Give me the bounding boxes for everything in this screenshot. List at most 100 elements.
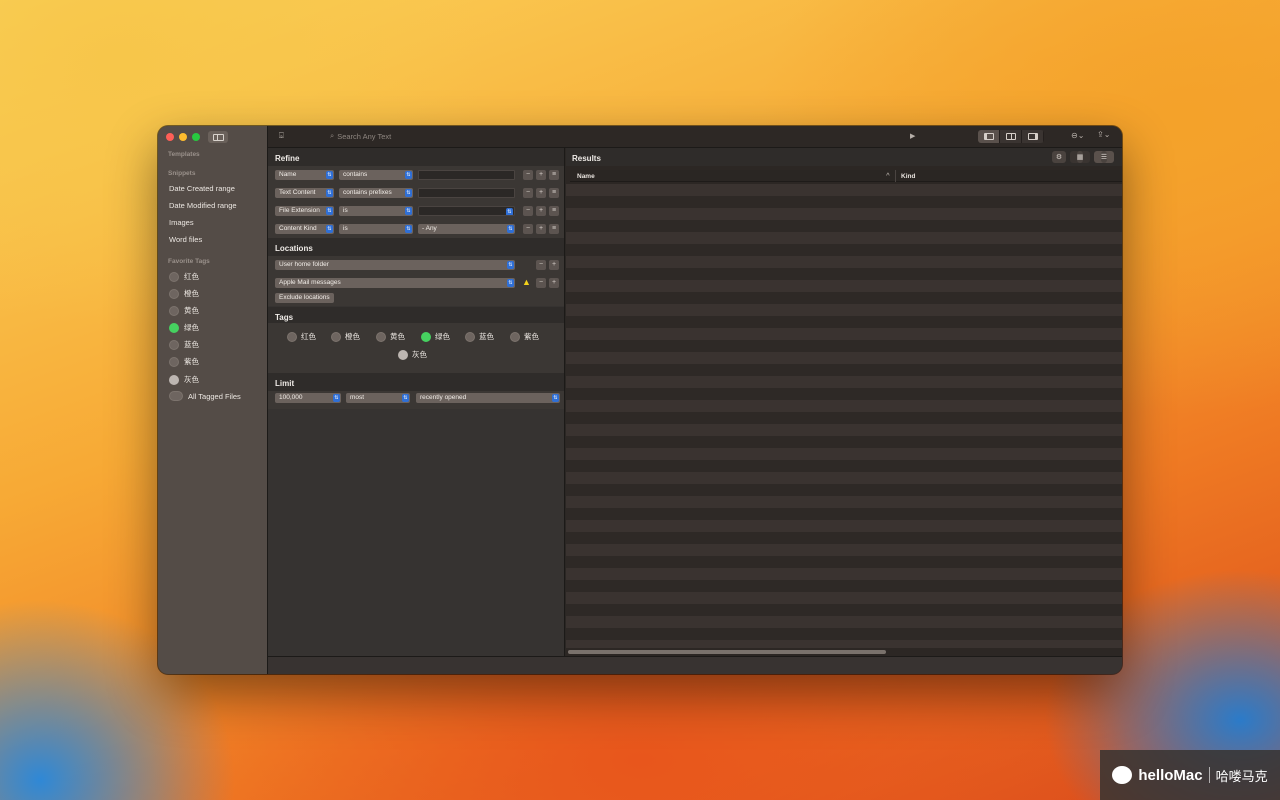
sidebar-all-tagged[interactable]: All Tagged Files: [169, 391, 241, 401]
operator-popup[interactable]: is: [339, 206, 413, 216]
minimize-window-button[interactable]: [179, 133, 187, 141]
snippet-images[interactable]: Images: [169, 218, 194, 227]
sidebar-tag-orange[interactable]: 橙色: [169, 288, 199, 299]
query-panel: Refine Name contains − + ≡ Text Content …: [268, 148, 565, 656]
operator-popup[interactable]: contains prefixes: [339, 188, 413, 198]
layout-segmented-control: [978, 130, 1044, 143]
tag-circle-icon: [331, 331, 341, 342]
location-popup[interactable]: Apple Mail messages: [275, 278, 515, 288]
horizontal-scrollbar[interactable]: [568, 650, 886, 654]
query-icon[interactable]: ⌺: [279, 131, 284, 141]
sidebar-tag-gray[interactable]: 灰色: [169, 374, 199, 385]
tag-circle-icon: [169, 339, 179, 350]
search-icon: ⌕: [330, 131, 335, 140]
sidebar-tag-green[interactable]: 绿色: [169, 322, 199, 333]
limit-criteria-popup[interactable]: recently opened: [416, 393, 560, 403]
extension-combo[interactable]: [418, 206, 515, 216]
row-options-button[interactable]: ≡: [549, 188, 559, 198]
watermark-cn: 哈喽马克: [1215, 768, 1268, 784]
tag-label: 橙色: [184, 289, 199, 298]
location-row: User home folder − +: [268, 256, 564, 274]
row-options-button[interactable]: ≡: [549, 206, 559, 216]
sidebar-tag-blue[interactable]: 蓝色: [169, 339, 199, 350]
row-options-button[interactable]: ≡: [549, 170, 559, 180]
sidebar-toggle-button[interactable]: [208, 131, 228, 143]
remove-row-button[interactable]: −: [523, 188, 533, 198]
search-field[interactable]: ⌕ Search Any Text: [330, 131, 391, 141]
zoom-window-button[interactable]: [192, 133, 200, 141]
watermark: helloMac 哈喽马克: [1100, 750, 1280, 800]
more-options-icon[interactable]: ⊖⌄: [1071, 131, 1084, 140]
row-options-button[interactable]: ≡: [549, 224, 559, 234]
query-tag-green[interactable]: 绿色: [421, 331, 450, 342]
exclude-locations-button[interactable]: Exclude locations: [275, 293, 334, 303]
attribute-popup[interactable]: Text Content: [275, 188, 334, 198]
sidebar-left-icon: [983, 133, 994, 140]
add-row-button[interactable]: +: [536, 188, 546, 198]
grid-icon: ▦: [1076, 151, 1084, 163]
section-snippets: Snippets: [168, 170, 196, 177]
hellomac-logo-icon: [1112, 766, 1133, 784]
remove-location-button[interactable]: −: [536, 278, 546, 288]
icon-view-button[interactable]: ▦: [1070, 151, 1090, 163]
remove-row-button[interactable]: −: [523, 224, 533, 234]
snippet-date-created[interactable]: Date Created range: [169, 184, 235, 193]
limit-order-popup[interactable]: most: [346, 393, 410, 403]
remove-location-button[interactable]: −: [536, 260, 546, 270]
add-location-button[interactable]: +: [549, 260, 559, 270]
location-row: Apple Mail messages ▲ − +: [268, 274, 564, 292]
results-settings-button[interactable]: ⚙: [1052, 151, 1066, 163]
limit-row: 100,000 most recently opened: [268, 391, 564, 409]
layout-right-button[interactable]: [1022, 130, 1044, 143]
add-row-button[interactable]: +: [536, 206, 546, 216]
tag-label: 灰色: [184, 375, 199, 384]
snippet-word-files[interactable]: Word files: [169, 235, 202, 244]
add-location-button[interactable]: +: [549, 278, 559, 288]
limit-count-popup[interactable]: 100,000: [275, 393, 341, 403]
attribute-popup[interactable]: File Extension: [275, 206, 334, 216]
limit-header: Limit: [268, 373, 564, 391]
query-tag-orange[interactable]: 橙色: [331, 331, 360, 342]
layout-split-button[interactable]: [1000, 130, 1022, 143]
tag-circle-icon: [169, 305, 179, 316]
sidebar-tag-purple[interactable]: 紫色: [169, 356, 199, 367]
add-row-button[interactable]: +: [536, 224, 546, 234]
query-tag-yellow[interactable]: 黄色: [376, 331, 405, 342]
remove-row-button[interactable]: −: [523, 206, 533, 216]
remove-row-button[interactable]: −: [523, 170, 533, 180]
query-tag-red[interactable]: 红色: [287, 331, 316, 342]
column-name[interactable]: Name: [577, 173, 595, 180]
search-input[interactable]: Search Any Text: [337, 132, 391, 141]
share-icon[interactable]: ⇪⌄: [1097, 130, 1110, 139]
column-kind[interactable]: Kind: [901, 173, 915, 180]
snippet-date-modified[interactable]: Date Modified range: [169, 201, 237, 210]
results-list[interactable]: [566, 184, 1122, 648]
locations-header: Locations: [268, 238, 564, 256]
location-popup[interactable]: User home folder: [275, 260, 515, 270]
tags-stack-icon: [169, 391, 183, 401]
layout-left-button[interactable]: [978, 130, 1000, 143]
operator-popup[interactable]: is: [339, 224, 413, 234]
sidebar-tag-red[interactable]: 红色: [169, 271, 199, 282]
query-tag-gray[interactable]: 灰色: [398, 349, 427, 360]
tag-label: 红色: [184, 272, 199, 281]
add-row-button[interactable]: +: [536, 170, 546, 180]
value-input[interactable]: [418, 188, 515, 198]
operator-popup[interactable]: contains: [339, 170, 413, 180]
status-bar: [268, 656, 1122, 674]
tag-circle-icon: [169, 356, 179, 367]
query-tag-blue[interactable]: 蓝色: [465, 331, 494, 342]
query-tag-purple[interactable]: 紫色: [510, 331, 539, 342]
section-templates: Templates: [168, 151, 200, 158]
close-window-button[interactable]: [166, 133, 174, 141]
list-view-button[interactable]: ☰: [1094, 151, 1114, 163]
value-input[interactable]: [418, 170, 515, 180]
gear-icon: ⚙: [1055, 151, 1063, 163]
watermark-brand: helloMac: [1138, 766, 1203, 784]
sidebar-tag-yellow[interactable]: 黄色: [169, 305, 199, 316]
play-icon[interactable]: ▶: [910, 132, 915, 140]
toolbar: ⌺ ⌕ Search Any Text ▶ ⊖⌄ ⇪⌄: [268, 126, 1122, 148]
attribute-popup[interactable]: Content Kind: [275, 224, 334, 234]
attribute-popup[interactable]: Name: [275, 170, 334, 180]
kind-popup[interactable]: - Any: [418, 224, 515, 234]
